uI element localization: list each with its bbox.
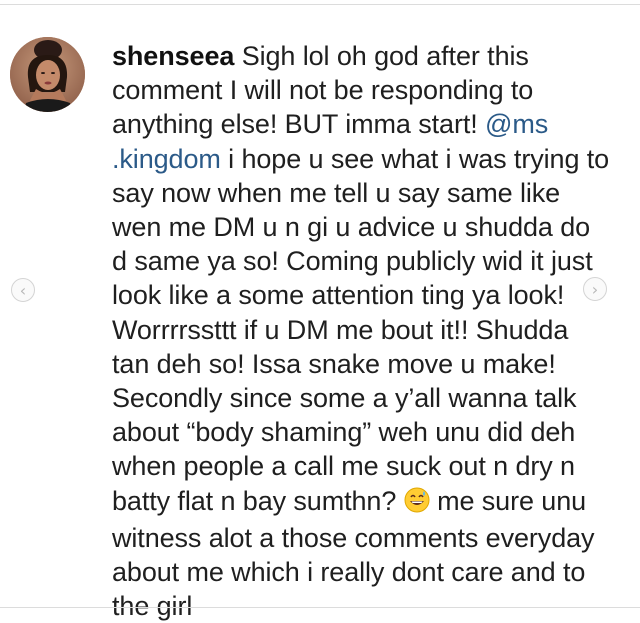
top-divider: [0, 4, 640, 5]
next-button[interactable]: ›: [583, 277, 607, 301]
comment-username[interactable]: shenseea: [112, 41, 234, 71]
chevron-right-icon: ›: [591, 279, 599, 299]
screenshot-frame: shenseea Sigh lol oh god after this comm…: [0, 0, 640, 621]
profile-photo-icon: [10, 37, 85, 112]
comment-text-part-2: i hope u see what i was trying to say no…: [112, 143, 610, 516]
grinning-sweat-emoji-icon: [404, 487, 430, 521]
avatar[interactable]: [10, 37, 85, 112]
chevron-left-icon: ‹: [19, 280, 27, 300]
bottom-divider: [0, 607, 640, 608]
comment-text: shenseea Sigh lol oh god after this comm…: [112, 39, 612, 623]
previous-button[interactable]: ‹: [11, 278, 35, 302]
